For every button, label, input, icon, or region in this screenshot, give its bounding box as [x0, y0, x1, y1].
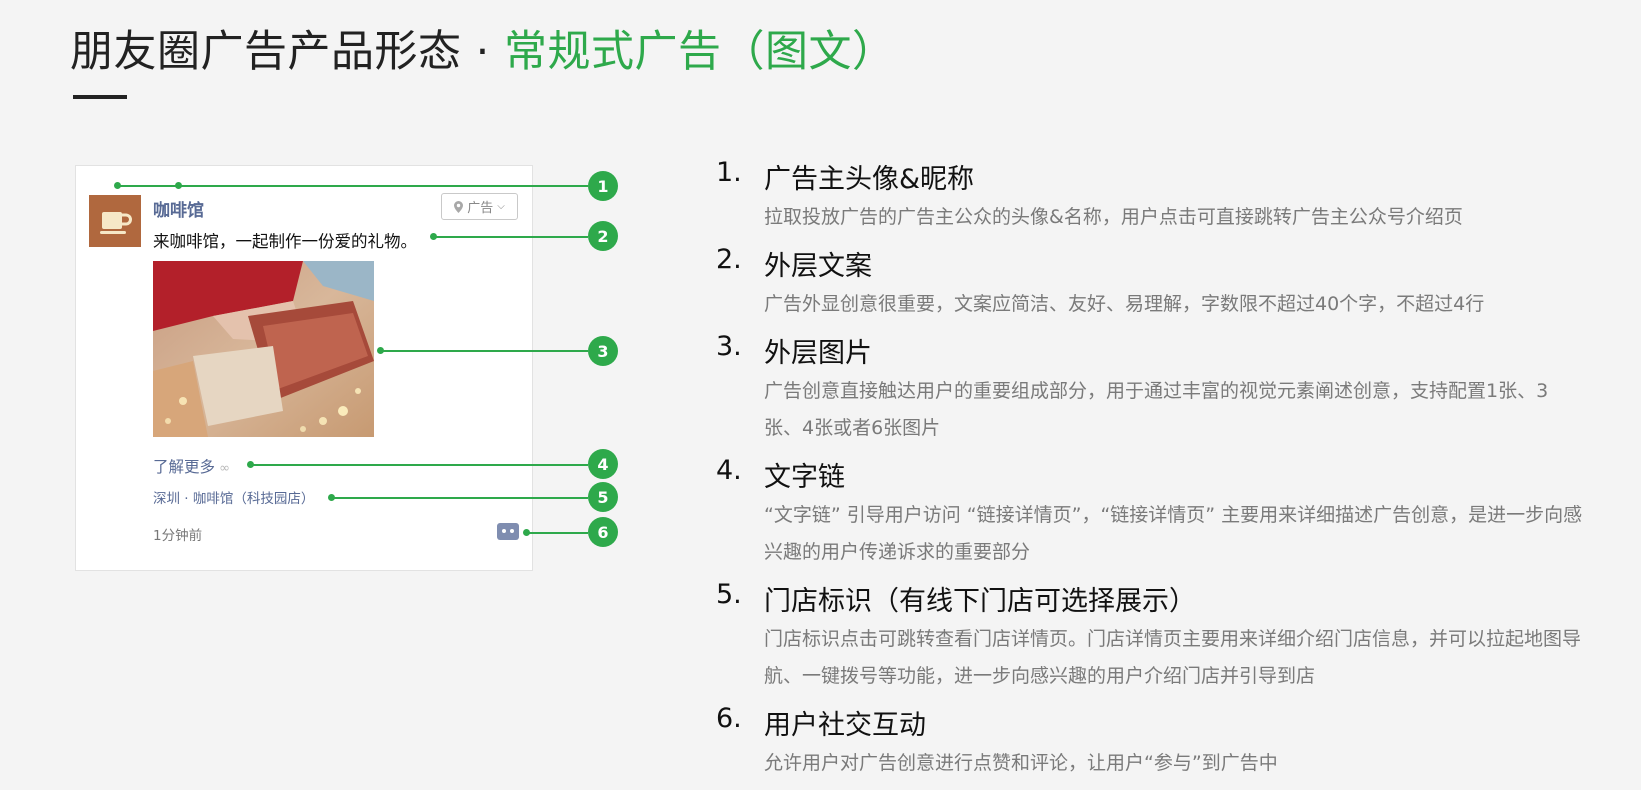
text-link-label: 了解更多 [153, 458, 216, 476]
item-heading: 用户社交互动 [764, 710, 926, 741]
ad-tag-label: 广告 [467, 201, 494, 216]
title-main: 朋友圈广告产品形态 · [70, 27, 505, 77]
title-highlight: 常规式广告（图文） [504, 27, 896, 77]
item-description: “文字链” 引导用户访问 “链接详情页”，“链接详情页” 主要用来详细描述广告创… [764, 504, 1583, 563]
item-number: 6. [716, 703, 742, 734]
page-title: 朋友圈广告产品形态 · 常规式广告（图文） [70, 24, 896, 80]
post-time: 1分钟前 [153, 528, 203, 544]
item-heading: 外层文案 [764, 251, 872, 282]
location-pin-icon [454, 200, 464, 213]
item-number: 4. [716, 455, 742, 486]
ad-copy-text: 来咖啡馆，一起制作一份爱的礼物。 [153, 232, 417, 251]
callout-line-5 [332, 497, 588, 499]
item-description: 拉取投放广告的广告主公众的头像&名称，用户点击可直接跳转广告主公众号介绍页 [764, 206, 1463, 228]
item-heading: 门店标识（有线下门店可选择展示） [764, 586, 1196, 617]
callout-line-2 [434, 236, 588, 238]
store-label[interactable]: 深圳 · 咖啡馆（科技园店） [153, 487, 314, 507]
advertiser-avatar[interactable] [89, 195, 141, 247]
callout-line-1 [118, 185, 588, 187]
comment-dots-icon[interactable] [497, 523, 519, 540]
title-underline [73, 95, 127, 99]
item-description: 广告创意直接触达用户的重要组成部分，用于通过丰富的视觉元素阐述创意，支持配置1张… [764, 380, 1549, 439]
callout-line-4 [251, 464, 588, 466]
text-link[interactable]: 了解更多 ∞ [153, 455, 230, 477]
chevron-down-icon: ⌵ [497, 201, 505, 212]
item-description: 广告外显创意很重要，文案应简洁、友好、易理解，字数限不超过40个字，不超过4行 [764, 293, 1485, 315]
item-heading: 广告主头像&昵称 [764, 164, 975, 195]
callout-badge-5: 5 [588, 482, 618, 512]
callout-badge-2: 2 [588, 221, 618, 251]
callout-line-3 [381, 350, 588, 352]
callout-badge-1: 1 [588, 171, 618, 201]
callout-line-6 [527, 532, 588, 534]
item-number: 3. [716, 331, 742, 362]
item-number: 5. [716, 579, 742, 610]
item-description: 允许用户对广告创意进行点赞和评论，让用户“参与”到广告中 [764, 752, 1278, 774]
item-description: 门店标识点击可跳转查看门店详情页。门店详情页主要用来详细介绍门店信息，并可以拉起… [764, 628, 1582, 687]
item-heading: 外层图片 [764, 338, 872, 369]
advertiser-nickname[interactable]: 咖啡馆 [153, 196, 204, 221]
callout-badge-3: 3 [588, 336, 618, 366]
item-number: 2. [716, 244, 742, 275]
coffee-cup-icon [100, 212, 132, 234]
ad-image[interactable] [153, 261, 374, 437]
item-number: 1. [716, 157, 742, 188]
link-icon: ∞ [215, 461, 230, 476]
callout-badge-4: 4 [588, 449, 618, 479]
ad-tag-dropdown[interactable]: 广告 ⌵ [441, 193, 518, 220]
item-heading: 文字链 [764, 462, 845, 493]
callout-badge-6: 6 [588, 517, 618, 547]
